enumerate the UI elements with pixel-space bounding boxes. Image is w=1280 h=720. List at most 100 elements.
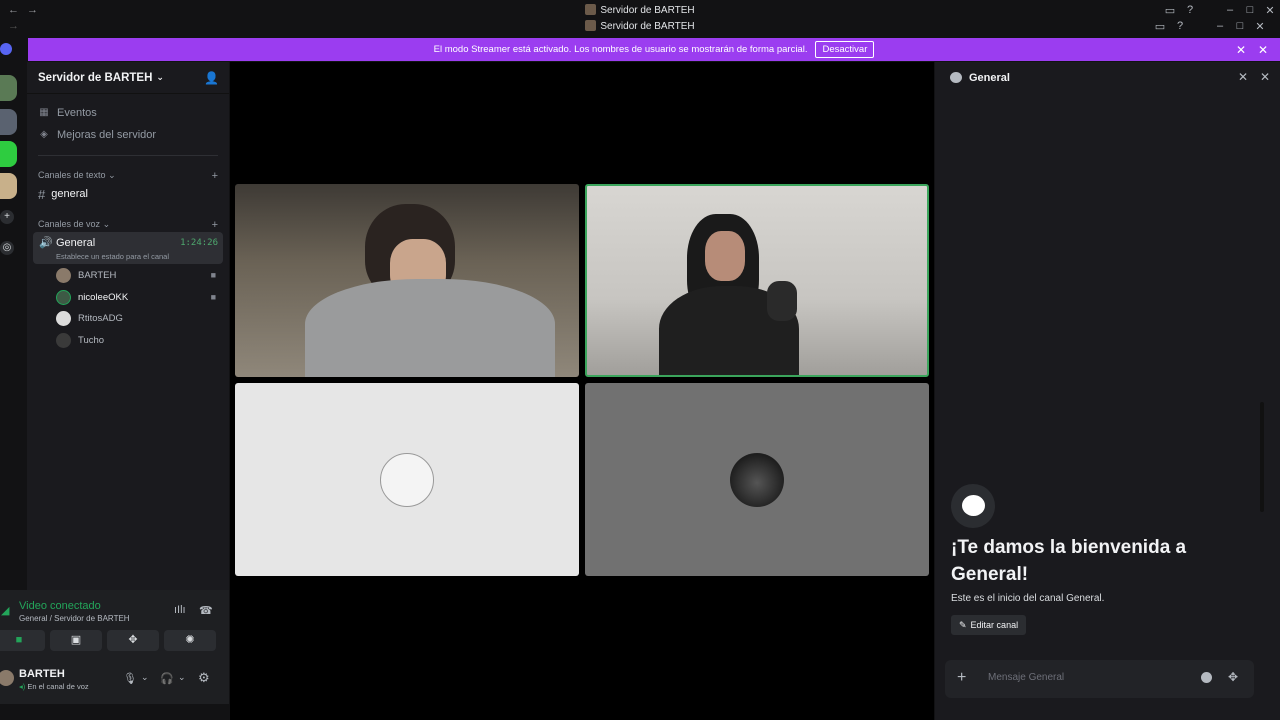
channel-name: general [51, 188, 88, 200]
close-icon[interactable]: ✕ [1238, 70, 1248, 84]
minimize-button[interactable]: – [1220, 4, 1240, 17]
video-tile-rtitosadg[interactable] [235, 383, 579, 576]
noise-suppression-icon[interactable]: ıIlı [174, 604, 186, 616]
video-tile-tucho[interactable] [585, 383, 929, 576]
help-icon-secondary[interactable]: ? [1170, 20, 1190, 33]
voice-user[interactable]: RtitosADG [56, 310, 221, 326]
calendar-icon: ▦ [39, 107, 49, 118]
maximize-button-secondary[interactable]: □ [1230, 20, 1250, 33]
face-shape [705, 231, 745, 281]
streamer-mode-banner: El modo Streamer está activado. Los nomb… [28, 38, 1280, 61]
server-icon[interactable] [0, 109, 17, 135]
camera-icon: ■ [210, 292, 216, 302]
voice-user-name: nicoleeOKK [78, 291, 129, 303]
microphone-icon[interactable]: 🎙 [123, 672, 137, 685]
speaker-icon: 🔊 [39, 237, 53, 249]
video-tile-nicoleeokk[interactable] [585, 184, 929, 377]
message-composer[interactable]: + Mensaje General ✥ [945, 660, 1254, 698]
pencil-icon: ✎ [959, 619, 967, 630]
add-channel-icon[interactable]: + [212, 219, 218, 231]
voice-channel-general[interactable]: 🔊 General 1:24:26 Establece un estado pa… [33, 232, 223, 264]
voice-location[interactable]: General / Servidor de BARTEH [19, 614, 130, 623]
add-channel-icon[interactable]: + [212, 170, 218, 182]
menu-item-label: Mejoras del servidor [57, 129, 157, 141]
category-voice-channels[interactable]: Canales de voz ⌄ + [38, 219, 218, 231]
server-icon-secondary [585, 20, 597, 31]
screen-share-button[interactable]: ▣ [50, 630, 102, 651]
voice-channel-name: General [56, 237, 96, 249]
voice-connection-panel: ◢ Video conectado General / Servidor de … [0, 590, 229, 656]
voice-user-name: BARTEH [78, 269, 117, 281]
close-button[interactable]: ✕ [1260, 4, 1280, 17]
chevron-down-icon[interactable]: ⌄ [141, 672, 149, 683]
discover-icon[interactable]: ◎ [0, 241, 14, 255]
avatar[interactable] [0, 670, 14, 686]
chat-bubble-icon [951, 484, 995, 528]
activities-button[interactable]: ✥ [107, 630, 159, 651]
voice-user[interactable]: nicoleeOKK ■ [56, 289, 221, 305]
voice-user-name: RtitosADG [78, 312, 123, 324]
inbox-icon-secondary[interactable]: ▭ [1150, 20, 1170, 33]
message-input[interactable]: Mensaje General [988, 672, 1064, 683]
add-server-icon[interactable]: + [0, 210, 14, 224]
edit-channel-button[interactable]: ✎ Editar canal [951, 615, 1027, 635]
deactivate-button[interactable]: Desactivar [815, 41, 875, 58]
close-icon[interactable]: ✕ [1260, 70, 1270, 84]
soundboard-button[interactable]: ✺ [164, 630, 216, 651]
video-stage [230, 62, 934, 720]
avatar [56, 332, 71, 348]
close-icon[interactable]: ✕ [1258, 43, 1268, 57]
edit-channel-label: Editar canal [970, 620, 1019, 630]
inbox-icon[interactable]: ▭ [1160, 4, 1180, 17]
category-text-channels[interactable]: Canales de texto ⌄ + [38, 170, 218, 182]
invite-people-icon[interactable]: 👤 [204, 71, 219, 85]
window-title-secondary: Servidor de BARTEH [600, 21, 695, 32]
channel-status-placeholder[interactable]: Establece un estado para el canal [56, 252, 169, 261]
server-icon[interactable] [0, 173, 17, 199]
gear-icon[interactable]: ⚙ [198, 670, 210, 686]
maximize-button[interactable]: □ [1240, 4, 1260, 17]
camera-icon: ■ [210, 270, 216, 280]
minimize-button-secondary[interactable]: – [1210, 20, 1230, 33]
server-icon[interactable] [0, 141, 17, 167]
scrollbar[interactable] [1260, 402, 1264, 512]
disconnect-icon[interactable]: ☎ [199, 604, 213, 617]
boost-icon: ◈ [40, 129, 48, 140]
voice-user[interactable]: Tucho [56, 332, 221, 348]
headphones-icon[interactable]: 🎧 [160, 672, 174, 685]
discord-home-icon[interactable] [0, 43, 12, 55]
chat-channel-name: General [969, 72, 1010, 84]
help-icon[interactable]: ? [1180, 4, 1200, 17]
signal-icon: ◢ [1, 605, 10, 617]
channel-general[interactable]: # general [33, 184, 223, 204]
voice-user[interactable]: BARTEH ■ [56, 267, 221, 283]
chat-header: General ✕ ✕ [935, 62, 1280, 94]
menu-item-events[interactable]: ▦ Eventos [38, 107, 97, 119]
menu-item-boosts[interactable]: ◈ Mejoras del servidor [38, 129, 156, 141]
call-timer: 1:24:26 [180, 238, 218, 248]
chevron-down-icon: ⌄ [108, 170, 116, 180]
close-icon[interactable]: ✕ [1236, 43, 1246, 57]
welcome-subtitle: Este es el inicio del canal General. [951, 593, 1105, 604]
voice-status: Video conectado [19, 600, 101, 612]
video-tile-barteh[interactable] [235, 184, 579, 377]
server-header[interactable]: Servidor de BARTEH ⌄ 👤 [27, 62, 229, 94]
close-button-secondary[interactable]: ✕ [1250, 20, 1270, 33]
speaker-icon: ◂) [19, 682, 26, 691]
avatar [56, 267, 71, 283]
user-panel: BARTEH ◂) En el canal de voz 🎙 ⌄ 🎧 ⌄ ⚙ [0, 656, 229, 704]
apps-icon[interactable]: ✥ [1228, 670, 1238, 684]
server-icon[interactable] [0, 75, 17, 101]
hashtag-icon: # [38, 186, 46, 202]
chat-panel: General ✕ ✕ ¡Te damos la bienvenida a Ge… [935, 62, 1280, 720]
plus-icon[interactable]: + [957, 669, 966, 687]
avatar [56, 289, 71, 305]
voice-user-name: Tucho [78, 334, 105, 346]
menu-item-label: Eventos [57, 107, 97, 119]
chevron-down-icon[interactable]: ⌄ [178, 672, 186, 683]
chevron-down-icon: ⌄ [102, 219, 111, 229]
title-bar: ←→ Servidor de BARTEH ▭ ? – □ ✕ → Servid… [0, 0, 1280, 37]
welcome-title: ¡Te damos la bienvenida a General! [951, 537, 1187, 585]
camera-button[interactable]: ■ [0, 630, 45, 651]
emoji-icon[interactable] [1201, 672, 1212, 683]
